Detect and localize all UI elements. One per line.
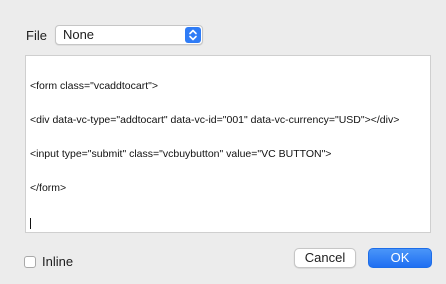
inline-label: Inline — [42, 254, 74, 269]
file-label: File — [26, 27, 47, 43]
code-line: <input type="submit" class="vcbuybutton"… — [30, 148, 332, 161]
cancel-button[interactable]: Cancel — [294, 248, 356, 268]
code-editor[interactable]: <form class="vcaddtocart"> <div data-vc-… — [25, 55, 431, 233]
code-line: <div data-vc-type="addtocart" data-vc-id… — [30, 114, 400, 127]
file-select[interactable]: None — [54, 25, 203, 45]
code-line: </form> — [30, 182, 67, 195]
code-line: <form class="vcaddtocart"> — [30, 79, 158, 92]
inline-checkbox[interactable] — [24, 255, 36, 268]
ok-button[interactable]: OK — [368, 248, 432, 268]
file-select-value: None — [62, 27, 95, 42]
file-row: File None — [26, 25, 203, 45]
chevron-up-down-icon[interactable] — [184, 27, 201, 43]
text-caret — [30, 217, 424, 229]
inline-option[interactable]: Inline — [24, 254, 73, 269]
